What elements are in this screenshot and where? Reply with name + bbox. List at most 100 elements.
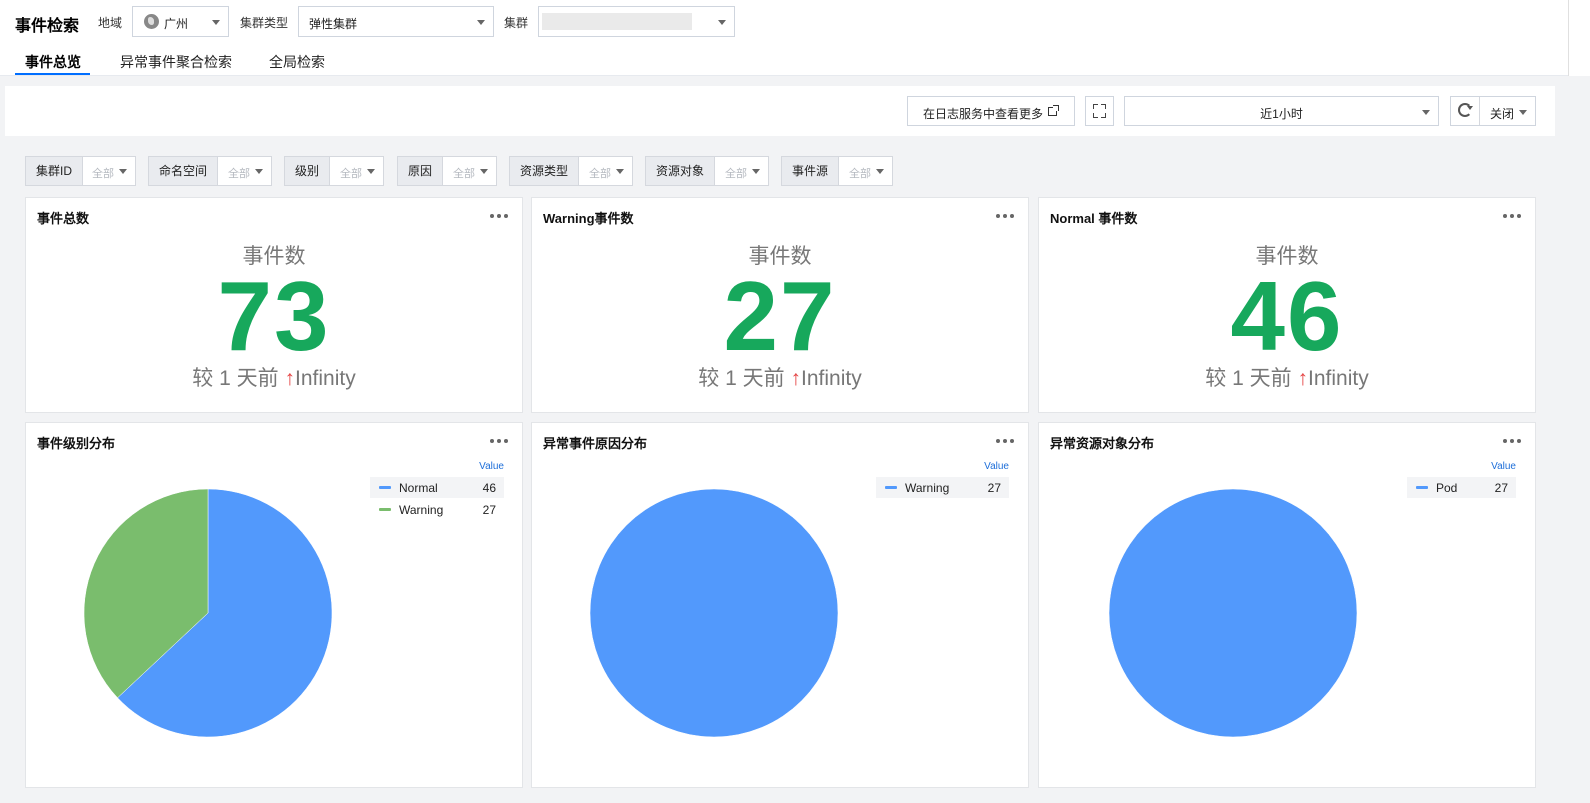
cluster-label: 集群 <box>504 16 529 30</box>
chart-card-reason: 异常事件原因分布 Value Warning 27 <box>531 422 1029 788</box>
cluster-type-label: 集群类型 <box>240 16 289 30</box>
filter-value: 全部 <box>849 168 871 180</box>
toolbar: 在日志服务中查看更多 近1小时 关闭 <box>5 86 1555 136</box>
compare-value: Infinity <box>801 367 862 390</box>
chart-legend: Value Warning 27 <box>876 461 1009 531</box>
scrollbar[interactable] <box>1568 0 1590 76</box>
legend-swatch <box>379 486 391 489</box>
chevron-down-icon <box>255 169 263 174</box>
view-in-log-service-button[interactable]: 在日志服务中查看更多 <box>907 96 1075 126</box>
stat-compare: 较 1 天前 ↑Infinity <box>26 362 522 392</box>
chevron-down-icon <box>212 20 220 25</box>
filter-level[interactable]: 级别 全部 <box>284 156 384 186</box>
filter-value: 全部 <box>453 168 475 180</box>
cluster-type-value: 弹性集群 <box>309 17 358 31</box>
time-range-value: 近1小时 <box>1260 107 1303 121</box>
legend-label: Pod <box>1436 481 1458 495</box>
filter-label: 事件源 <box>782 157 840 185</box>
compare-value: Infinity <box>295 367 356 390</box>
stat-card-total: 事件总数 事件数 73 较 1 天前 ↑Infinity <box>25 197 523 413</box>
filter-namespace[interactable]: 命名空间 全部 <box>148 156 272 186</box>
region-value: 广州 <box>164 17 189 31</box>
chevron-down-icon <box>477 20 485 25</box>
legend-value: 27 <box>482 503 496 517</box>
divider <box>1479 97 1480 125</box>
filter-label: 集群ID <box>26 157 84 185</box>
filter-label: 资源对象 <box>646 157 716 185</box>
filter-value: 全部 <box>589 168 611 180</box>
filter-value: 全部 <box>725 168 747 180</box>
legend-swatch <box>885 486 897 489</box>
compare-value: Infinity <box>1308 367 1369 390</box>
filter-label: 原因 <box>398 157 444 185</box>
chevron-down-icon <box>367 169 375 174</box>
chart-legend: Value Normal 46 Warning 27 <box>370 461 504 531</box>
chart-card-level: 事件级别分布 Value Normal 46 Warning 27 <box>25 422 523 788</box>
stat-card-warning: Warning事件数 事件数 27 较 1 天前 ↑Infinity <box>531 197 1029 413</box>
cluster-value-redacted <box>542 13 692 30</box>
auto-refresh-value: 关闭 <box>1490 107 1515 121</box>
arrow-up-icon: ↑ <box>284 367 296 390</box>
chart-legend: Value Pod 27 <box>1407 461 1516 531</box>
tab-overview[interactable]: 事件总览 <box>25 52 81 72</box>
stat-value: 27 <box>723 261 837 371</box>
filter-resource-object[interactable]: 资源对象 全部 <box>645 156 769 186</box>
auto-refresh-select[interactable]: 关闭 <box>1450 96 1536 126</box>
pie-slice-warning[interactable] <box>589 488 839 738</box>
page-title: 事件检索 <box>15 18 80 35</box>
legend-item-warning[interactable]: Warning 27 <box>370 499 504 520</box>
filter-cluster-id[interactable]: 集群ID 全部 <box>25 156 136 186</box>
legend-label: Normal <box>399 481 438 495</box>
stat-card-normal: Normal 事件数 事件数 46 较 1 天前 ↑Infinity <box>1038 197 1536 413</box>
refresh-icon <box>1458 103 1473 117</box>
legend-swatch <box>1416 486 1428 489</box>
top-bar: 事件检索 地域 广州 集群类型 弹性集群 集群 事件总览 异常事件聚合检索 全局… <box>0 0 1568 76</box>
legend-header: Value <box>479 461 504 472</box>
stat-value: 73 <box>217 261 331 371</box>
filter-value: 全部 <box>92 168 114 180</box>
external-link-icon <box>1048 105 1059 116</box>
chevron-down-icon <box>1519 110 1527 115</box>
stat-compare: 较 1 天前 ↑Infinity <box>532 362 1028 392</box>
legend-item-warning[interactable]: Warning 27 <box>876 477 1009 498</box>
fullscreen-button[interactable] <box>1085 96 1114 126</box>
time-range-select[interactable]: 近1小时 <box>1124 96 1439 126</box>
active-tab-indicator <box>15 73 90 75</box>
stat-value: 46 <box>1230 261 1344 371</box>
legend-item-normal[interactable]: Normal 46 <box>370 477 504 498</box>
arrow-up-icon: ↑ <box>1297 367 1309 390</box>
filter-resource-type[interactable]: 资源类型 全部 <box>509 156 633 186</box>
globe-icon <box>144 14 159 29</box>
filter-reason[interactable]: 原因 全部 <box>397 156 497 186</box>
compare-prefix: 较 1 天前 <box>698 367 785 390</box>
chevron-down-icon <box>718 20 726 25</box>
region-label: 地域 <box>98 16 123 30</box>
tab-aggregate-search[interactable]: 异常事件聚合检索 <box>120 52 232 72</box>
legend-label: Warning <box>905 481 950 495</box>
legend-item-pod[interactable]: Pod 27 <box>1407 477 1516 498</box>
card-title: Normal 事件数 <box>1050 211 1138 226</box>
chevron-down-icon <box>1422 110 1430 115</box>
legend-header: Value <box>1491 461 1516 472</box>
filter-event-source[interactable]: 事件源 全部 <box>781 156 893 186</box>
chevron-down-icon <box>752 169 760 174</box>
tab-global-search[interactable]: 全局检索 <box>269 52 325 72</box>
legend-value: 27 <box>987 481 1001 495</box>
cluster-type-select[interactable]: 弹性集群 <box>298 6 494 37</box>
legend-swatch <box>379 508 391 511</box>
card-title: 事件总数 <box>37 211 90 226</box>
chevron-down-icon <box>119 169 127 174</box>
cluster-select[interactable] <box>538 6 735 37</box>
more-icon[interactable] <box>1503 214 1521 218</box>
more-icon[interactable] <box>490 214 508 218</box>
more-icon[interactable] <box>996 214 1014 218</box>
pie-slice-pod[interactable] <box>1108 488 1358 738</box>
chart-card-resource: 异常资源对象分布 Value Pod 27 <box>1038 422 1536 788</box>
compare-prefix: 较 1 天前 <box>192 367 279 390</box>
compare-prefix: 较 1 天前 <box>1205 367 1292 390</box>
filter-label: 资源类型 <box>510 157 580 185</box>
region-select[interactable]: 广州 <box>132 6 229 37</box>
filter-label: 级别 <box>285 157 331 185</box>
arrow-up-icon: ↑ <box>790 367 802 390</box>
card-title: Warning事件数 <box>543 211 634 226</box>
